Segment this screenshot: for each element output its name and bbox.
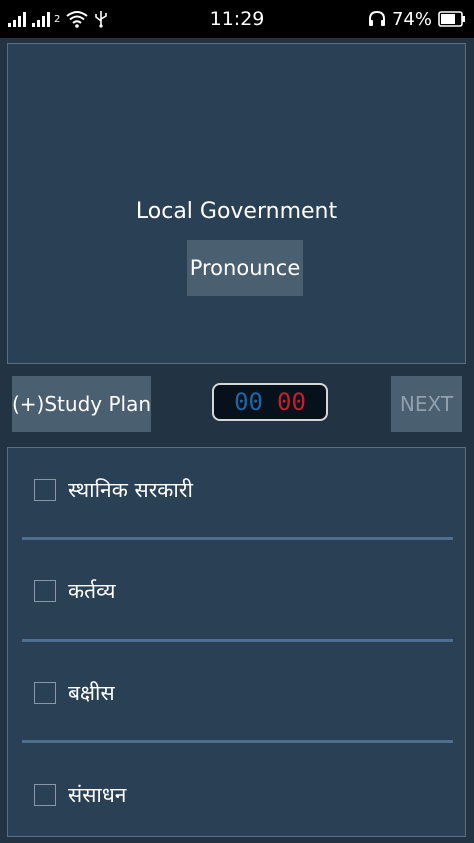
option-checkbox[interactable]	[34, 682, 56, 704]
word-text: Local Government	[135, 199, 338, 224]
study-plan-button[interactable]: (+)Study Plan	[12, 376, 151, 432]
option-label: बक्षीस	[68, 681, 115, 705]
option-checkbox[interactable]	[34, 784, 56, 806]
pronounce-button[interactable]: Pronounce	[187, 240, 303, 296]
headphones-icon	[368, 10, 385, 26]
option-divider	[22, 639, 453, 642]
option-label: स्थानिक सरकारी	[68, 478, 193, 502]
battery-icon	[438, 11, 465, 27]
option-label: संसाधन	[68, 783, 127, 807]
status-bar: 2 11:29 74%	[0, 0, 474, 38]
timer-seconds: 00	[277, 388, 306, 416]
option-divider	[22, 740, 453, 743]
option-label: कर्तव्य	[68, 579, 116, 603]
word-card: Local Government Pronounce	[7, 43, 466, 364]
timer-minutes: 00	[234, 388, 263, 416]
battery-percent: 74%	[391, 8, 432, 30]
timer: 00 00	[212, 383, 328, 421]
option-checkbox[interactable]	[34, 580, 56, 602]
options-panel: स्थानिक सरकारी कर्तव्य बक्षीस संसाधन	[7, 447, 466, 837]
status-right-icons: 74%	[368, 8, 466, 30]
option-item[interactable]: बक्षीस	[8, 663, 465, 723]
option-checkbox[interactable]	[34, 479, 56, 501]
option-item[interactable]: स्थानिक सरकारी	[8, 460, 465, 520]
option-item[interactable]: संसाधन	[8, 765, 465, 825]
next-button[interactable]: NEXT	[391, 376, 462, 432]
option-divider	[22, 537, 453, 540]
option-item[interactable]: कर्तव्य	[8, 561, 465, 621]
